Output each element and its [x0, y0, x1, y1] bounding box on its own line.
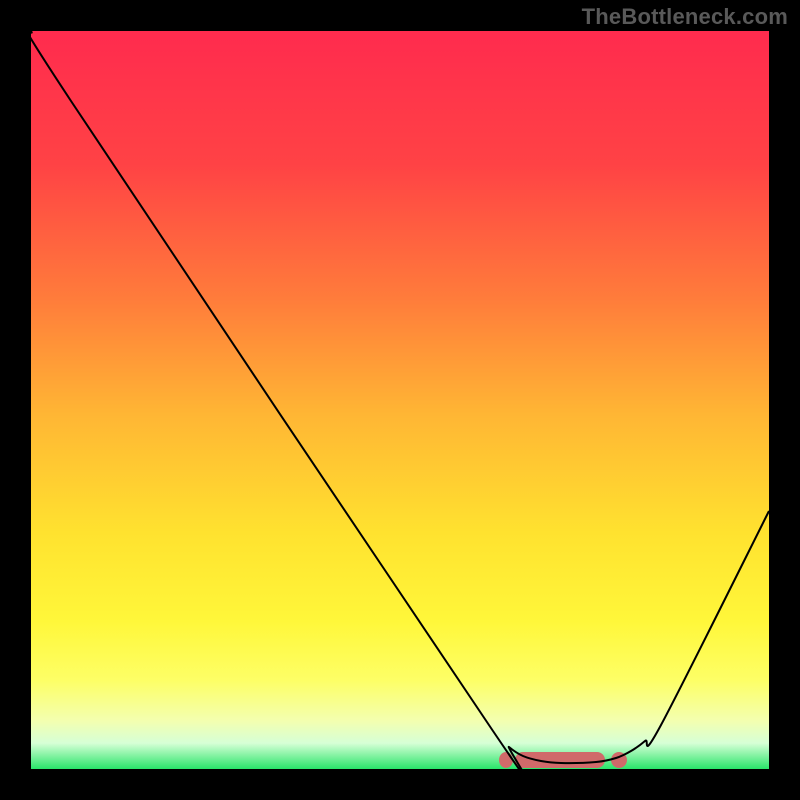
highlight-pill	[499, 752, 513, 768]
plot-svg	[31, 31, 769, 769]
highlight-pill	[515, 752, 605, 768]
plot-area	[31, 31, 769, 769]
gradient-background	[31, 31, 769, 769]
watermark-text: TheBottleneck.com	[582, 4, 788, 30]
chart-frame: TheBottleneck.com	[0, 0, 800, 800]
